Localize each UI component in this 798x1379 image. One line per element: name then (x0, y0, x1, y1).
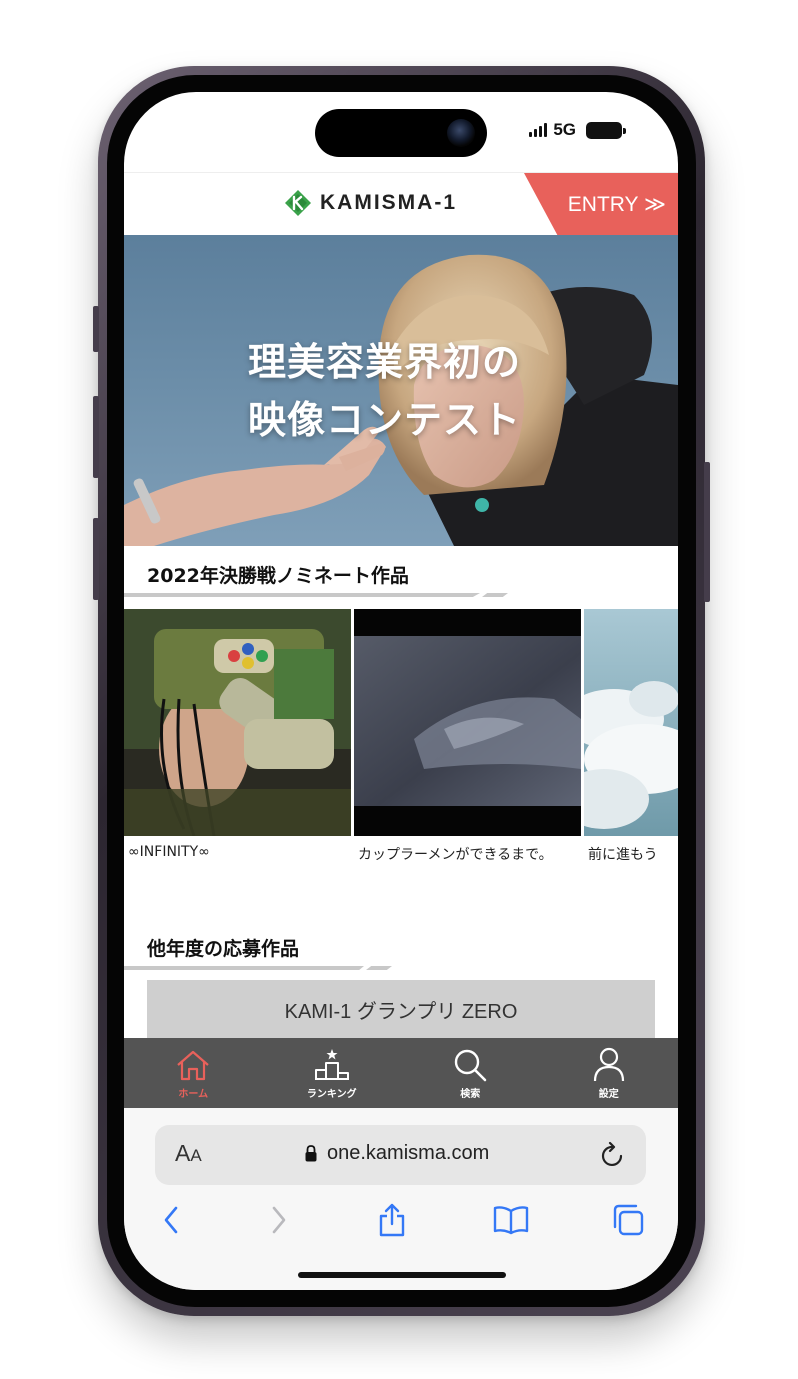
nominee-carousel[interactable]: ∞INFINITY∞ カップラーメンができるまで。 前に進もう (124, 609, 678, 879)
home-icon (177, 1050, 209, 1081)
logo-k-icon (284, 189, 312, 217)
person-icon (593, 1047, 624, 1082)
nominee-thumbnail[interactable] (354, 609, 581, 836)
volume-up-button (93, 396, 99, 478)
tab-home-label: ホーム (178, 1089, 209, 1100)
nominee-title: カップラーメンができるまで。 (358, 847, 553, 863)
volume-down-button (93, 518, 99, 600)
entry-button[interactable]: ENTRY ≫ (524, 173, 678, 236)
nominee-title: ∞INFINITY∞ (128, 844, 210, 860)
network-type: 5G (553, 120, 576, 139)
heading-underline (124, 966, 364, 970)
grandprix-zero-button[interactable]: KAMI-1 グランプリ ZERO (147, 980, 655, 1038)
share-icon (379, 1203, 405, 1237)
podium-icon (314, 1049, 349, 1080)
tab-ranking-label: ランキング (306, 1089, 357, 1100)
site-logo[interactable]: KAMISMA-1 (284, 189, 457, 217)
url-display[interactable]: one.kamisma.com (305, 1142, 489, 1165)
hero-title-line1: 理美容業界初の (248, 340, 522, 384)
book-icon (493, 1206, 529, 1235)
dynamic-island (315, 109, 487, 157)
browser-nav (124, 1200, 678, 1250)
tab-home[interactable]: ホーム (124, 1038, 263, 1108)
site-header: KAMISMA-1 ENTRY ≫ (124, 172, 678, 236)
tabs-button[interactable] (608, 1200, 648, 1240)
share-button[interactable] (372, 1200, 412, 1240)
nominee-card[interactable]: 前に進もう (584, 609, 678, 864)
nominee-card[interactable]: カップラーメンができるまで。 (354, 609, 581, 864)
heading-underline-accent (366, 966, 392, 970)
url-text: one.kamisma.com (327, 1142, 490, 1164)
nominees-heading-text: 2022年決勝戦ノミネート作品 (147, 565, 409, 587)
heading-underline (124, 593, 480, 597)
bottom-tab-bar: ホーム ランキング 検索 設定 (124, 1038, 678, 1108)
reload-icon (601, 1141, 623, 1167)
other-years-heading-text: 他年度の応募作品 (147, 938, 300, 960)
tab-search[interactable]: 検索 (401, 1038, 540, 1108)
tab-settings[interactable]: 設定 (540, 1038, 679, 1108)
bookmarks-button[interactable] (491, 1200, 531, 1240)
back-button[interactable] (151, 1200, 191, 1240)
hero-banner: 理美容業界初の 映像コンテスト (124, 235, 678, 546)
forward-button[interactable] (259, 1200, 299, 1240)
chevron-right-icon (272, 1206, 286, 1234)
address-bar[interactable]: AA one.kamisma.com (155, 1125, 646, 1185)
heading-underline-accent (482, 593, 508, 597)
action-button (93, 306, 99, 352)
logo-text: KAMISMA-1 (320, 191, 457, 214)
front-camera (447, 119, 475, 147)
search-icon (455, 1049, 487, 1082)
tab-search-label: 検索 (460, 1089, 481, 1100)
hero-title-line2: 映像コンテスト (248, 398, 522, 442)
battery-icon (586, 121, 626, 139)
nominee-title: 前に進もう (588, 847, 658, 863)
lock-icon (305, 1145, 317, 1162)
nominee-card[interactable]: ∞INFINITY∞ (124, 609, 351, 860)
phone-screen: 5G KAMISMA-1 ENTRY ≫ 理美容業界初の 映像コンテスト 202… (124, 92, 678, 1290)
tab-settings-label: 設定 (598, 1089, 619, 1100)
nominee-thumbnail[interactable] (584, 609, 678, 836)
tab-ranking[interactable]: ランキング (263, 1038, 402, 1108)
chevron-left-icon (164, 1206, 178, 1234)
reload-button[interactable] (600, 1141, 626, 1173)
other-years-heading: 他年度の応募作品 (124, 920, 678, 970)
power-button (704, 462, 710, 602)
nominee-thumbnail[interactable] (124, 609, 351, 836)
reader-settings-button[interactable]: AA (175, 1140, 202, 1167)
home-indicator[interactable] (298, 1272, 506, 1278)
tabs-icon (613, 1204, 644, 1236)
hero-title: 理美容業界初の 映像コンテスト (248, 333, 568, 449)
signal-icon (529, 123, 548, 137)
status-indicators: 5G (529, 120, 626, 140)
browser-toolbar: AA one.kamisma.com (124, 1108, 678, 1290)
nominees-heading: 2022年決勝戦ノミネート作品 (124, 547, 678, 597)
